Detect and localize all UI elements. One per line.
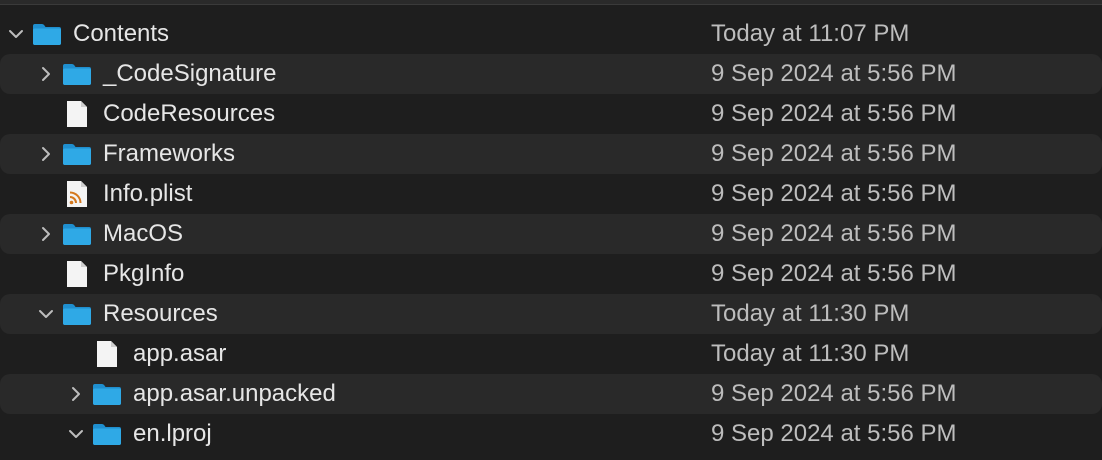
plist-file-icon: [62, 181, 92, 207]
file-row[interactable]: app.asar.unpacked 9 Sep 2024 at 5:56 PM: [0, 374, 1102, 414]
file-row[interactable]: MacOS 9 Sep 2024 at 5:56 PM: [0, 214, 1102, 254]
file-name: CodeResources: [103, 100, 276, 127]
chevron-down-icon[interactable]: [36, 304, 56, 324]
folder-icon: [32, 22, 62, 46]
file-name: Resources: [103, 300, 218, 327]
folder-icon: [62, 222, 92, 246]
date-modified: 9 Sep 2024 at 5:56 PM: [711, 180, 957, 207]
file-row[interactable]: en.lproj 9 Sep 2024 at 5:56 PM: [0, 414, 1102, 454]
file-name: app.asar.unpacked: [133, 380, 336, 407]
file-name: Info.plist: [103, 180, 193, 207]
window-top-edge: [0, 0, 1102, 5]
file-row[interactable]: _CodeSignature 9 Sep 2024 at 5:56 PM: [0, 54, 1102, 94]
folder-icon: [92, 382, 122, 406]
file-name: app.asar: [133, 340, 227, 367]
folder-icon: [62, 302, 92, 326]
file-row[interactable]: Info.plist 9 Sep 2024 at 5:56 PM: [0, 174, 1102, 214]
chevron-right-icon[interactable]: [66, 384, 86, 404]
date-modified: 9 Sep 2024 at 5:56 PM: [711, 60, 957, 87]
chevron-right-icon[interactable]: [36, 144, 56, 164]
chevron-right-icon[interactable]: [36, 224, 56, 244]
date-modified: 9 Sep 2024 at 5:56 PM: [711, 100, 957, 127]
document-icon: [92, 341, 122, 367]
chevron-down-icon[interactable]: [66, 424, 86, 444]
date-modified: 9 Sep 2024 at 5:56 PM: [711, 260, 957, 287]
date-modified: Today at 11:30 PM: [711, 340, 910, 367]
file-name: Contents: [73, 20, 170, 47]
chevron-right-icon[interactable]: [36, 64, 56, 84]
file-row[interactable]: CodeResources 9 Sep 2024 at 5:56 PM: [0, 94, 1102, 134]
date-modified: 9 Sep 2024 at 5:56 PM: [711, 220, 957, 247]
date-modified: 9 Sep 2024 at 5:56 PM: [711, 140, 957, 167]
file-row[interactable]: PkgInfo 9 Sep 2024 at 5:56 PM: [0, 254, 1102, 294]
file-row[interactable]: Resources Today at 11:30 PM: [0, 294, 1102, 334]
file-list: Contents Today at 11:07 PM _CodeSignature…: [0, 14, 1102, 454]
date-modified: 9 Sep 2024 at 5:56 PM: [711, 380, 957, 407]
file-row[interactable]: Contents Today at 11:07 PM: [0, 14, 1102, 54]
date-modified: Today at 11:30 PM: [711, 300, 910, 327]
document-icon: [62, 261, 92, 287]
file-name: MacOS: [103, 220, 184, 247]
file-row[interactable]: app.asar Today at 11:30 PM: [0, 334, 1102, 374]
file-name: PkgInfo: [103, 260, 185, 287]
file-name: en.lproj: [133, 420, 212, 447]
file-row[interactable]: Frameworks 9 Sep 2024 at 5:56 PM: [0, 134, 1102, 174]
date-modified: 9 Sep 2024 at 5:56 PM: [711, 420, 957, 447]
document-icon: [62, 101, 92, 127]
date-modified: Today at 11:07 PM: [711, 20, 910, 47]
chevron-down-icon[interactable]: [6, 24, 26, 44]
file-name: Frameworks: [103, 140, 236, 167]
folder-icon: [62, 62, 92, 86]
folder-icon: [92, 422, 122, 446]
folder-icon: [62, 142, 92, 166]
file-name: _CodeSignature: [103, 60, 277, 87]
